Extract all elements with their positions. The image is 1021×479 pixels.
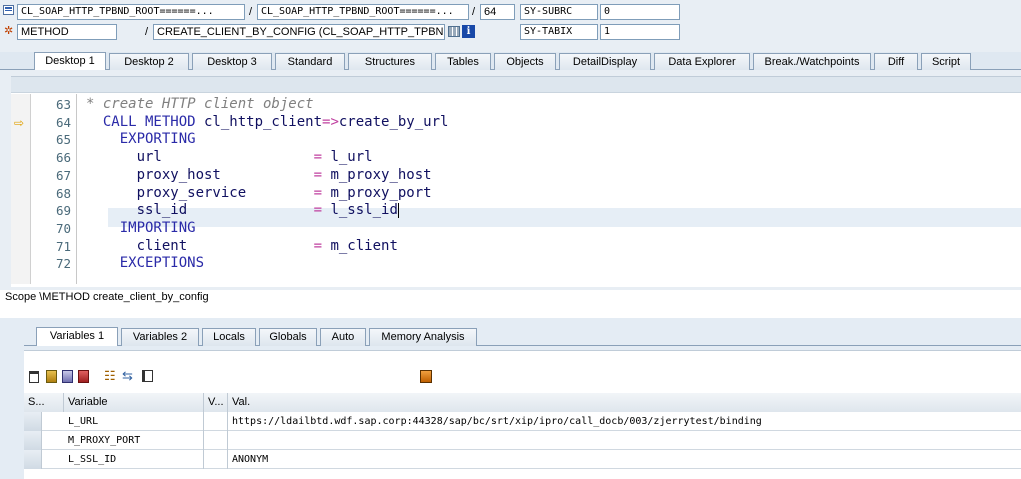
save-changes-icon[interactable] <box>420 370 432 383</box>
line-number: 68 <box>55 185 71 201</box>
tree-icon[interactable]: ☷ <box>104 369 116 383</box>
code-line[interactable]: * create HTTP client object <box>86 96 314 113</box>
delete-icon[interactable] <box>29 371 39 383</box>
variable-name-cell[interactable]: M_PROXY_PORT <box>64 431 204 450</box>
code-line[interactable]: EXPORTING <box>86 131 196 148</box>
variable-value-cell[interactable]: ANONYM <box>228 450 1021 469</box>
col-header-value[interactable]: Val. <box>228 393 1021 412</box>
code-line[interactable]: EXCEPTIONS <box>86 255 204 272</box>
scope-label: Scope \METHOD create_client_by_config <box>5 291 209 303</box>
info-icon[interactable]: i <box>462 25 475 38</box>
tab-script[interactable]: Script <box>921 53 971 71</box>
tab-diff[interactable]: Diff <box>874 53 918 71</box>
program-field[interactable]: CL_SOAP_HTTP_TPBND_ROOT======... <box>17 4 245 20</box>
var-tab-variables-1[interactable]: Variables 1 <box>36 327 118 346</box>
insert-icon[interactable] <box>46 370 57 383</box>
visibility-cell[interactable] <box>204 412 228 431</box>
grid-icon[interactable] <box>448 26 460 37</box>
var-tab-globals[interactable]: Globals <box>259 328 317 346</box>
save-icon[interactable] <box>78 370 89 383</box>
code-line[interactable]: proxy_service = m_proxy_port <box>86 185 432 202</box>
method-icon: ✲ <box>4 25 14 37</box>
var-tab-locals[interactable]: Locals <box>202 328 256 346</box>
sysvar-name-field[interactable]: SY-SUBRC <box>520 4 598 20</box>
table-row[interactable]: L_SSL_ID ANONYM <box>24 450 1021 469</box>
var-tab-auto[interactable]: Auto <box>320 328 366 346</box>
sysvar-value-field[interactable]: 0 <box>600 4 680 20</box>
type-field[interactable]: METHOD <box>17 24 117 40</box>
code-line[interactable]: IMPORTING <box>86 220 196 237</box>
separator: / <box>145 26 149 38</box>
line-number: 65 <box>55 132 71 148</box>
visibility-cell[interactable] <box>204 450 228 469</box>
clear-icon[interactable] <box>142 370 153 382</box>
tab-break-watchpoints[interactable]: Break./Watchpoints <box>753 53 871 71</box>
tab-desktop-1[interactable]: Desktop 1 <box>34 52 106 71</box>
tab-desktop-3[interactable]: Desktop 3 <box>192 53 272 71</box>
program-icon <box>3 5 14 15</box>
method-field[interactable]: CREATE_CLIENT_BY_CONFIG (CL_SOAP_HTTP_TP… <box>153 24 445 40</box>
line-number: 69 <box>55 203 71 219</box>
line-number: 70 <box>55 220 71 236</box>
code-line[interactable]: url = l_url <box>86 149 373 166</box>
separator: / <box>249 6 253 18</box>
code-line[interactable]: client = m_client <box>86 238 398 255</box>
variable-name-cell[interactable]: L_URL <box>64 412 204 431</box>
tab-detaildisplay[interactable]: DetailDisplay <box>559 53 651 71</box>
separator: / <box>472 6 476 18</box>
editor-toolbar-strip <box>11 76 1021 92</box>
current-statement-arrow-icon: ⇨ <box>14 116 25 130</box>
line-number: 67 <box>55 167 71 183</box>
tab-desktop-2[interactable]: Desktop 2 <box>109 53 189 71</box>
variable-name-cell[interactable]: L_SSL_ID <box>64 450 204 469</box>
grid-header-row: S... Variable V... Val. <box>24 393 1021 412</box>
tab-data-explorer[interactable]: Data Explorer <box>654 53 750 71</box>
tab-structures[interactable]: Structures <box>348 53 432 71</box>
var-tab-memory-analysis[interactable]: Memory Analysis <box>369 328 477 346</box>
table-row[interactable]: L_URL https://ldailbtd.wdf.sap.corp:44328… <box>24 412 1021 431</box>
table-row[interactable]: M_PROXY_PORT <box>24 431 1021 450</box>
tab-objects[interactable]: Objects <box>494 53 556 71</box>
transfer-icon[interactable]: ⇆ <box>122 369 133 383</box>
code-line[interactable]: proxy_host = m_proxy_host <box>86 167 432 184</box>
line-number: 72 <box>55 256 71 272</box>
include-field[interactable]: CL_SOAP_HTTP_TPBND_ROOT======... <box>257 4 469 20</box>
text-cursor <box>397 202 399 218</box>
visibility-cell[interactable] <box>204 431 228 450</box>
code-line[interactable]: CALL METHOD cl_http_client=>create_by_ur… <box>86 114 449 131</box>
line-number: 71 <box>55 238 71 254</box>
tab-standard[interactable]: Standard <box>275 53 345 71</box>
row-selector[interactable] <box>24 431 42 450</box>
row-selector[interactable] <box>24 450 42 469</box>
col-header-status[interactable]: S... <box>24 393 64 412</box>
line-number: 63 <box>55 97 71 112</box>
row-selector[interactable] <box>24 412 42 431</box>
line-number: 64 <box>55 114 71 130</box>
var-tab-variables-2[interactable]: Variables 2 <box>121 328 199 346</box>
variable-value-cell[interactable] <box>228 431 1021 450</box>
code-line[interactable]: ssl_id = l_ssl_id <box>86 202 399 219</box>
sysvar2-name-field[interactable]: SY-TABIX <box>520 24 598 40</box>
sysvar2-value-field[interactable]: 1 <box>600 24 680 40</box>
line-number: 66 <box>55 150 71 166</box>
col-header-visibility[interactable]: V... <box>204 393 228 412</box>
tab-tables[interactable]: Tables <box>435 53 491 71</box>
variable-value-cell[interactable]: https://ldailbtd.wdf.sap.corp:44328/sap/… <box>228 412 1021 431</box>
append-icon[interactable] <box>62 370 73 383</box>
line-number-field[interactable]: 64 <box>480 4 515 20</box>
col-header-variable[interactable]: Variable <box>64 393 204 412</box>
